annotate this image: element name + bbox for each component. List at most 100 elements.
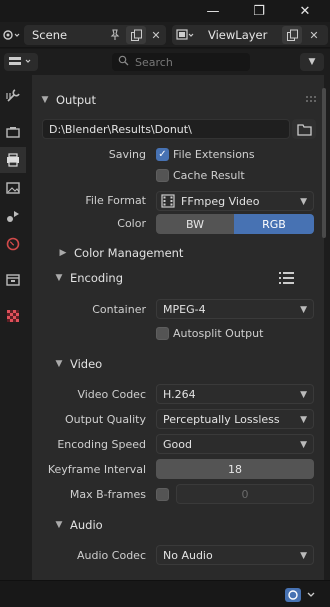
chevron-down-icon: ▼ bbox=[300, 390, 307, 400]
status-bar bbox=[0, 580, 330, 607]
search-field[interactable]: Search bbox=[112, 53, 250, 71]
editor-type-icon[interactable] bbox=[4, 53, 38, 71]
encoding-section-title: Encoding bbox=[70, 271, 123, 285]
output-quality-value: Perceptually Lossless bbox=[163, 412, 280, 426]
window-titlebar: — ❐ ✕ bbox=[0, 0, 330, 22]
properties-tabs bbox=[0, 75, 26, 580]
encoding-speed-value: Good bbox=[163, 437, 192, 451]
options-dropdown-icon[interactable]: ▼ bbox=[300, 53, 324, 71]
viewlayer-selector[interactable]: ViewLayer ✕ bbox=[172, 25, 328, 45]
output-path-field[interactable]: D:\Blender\Results\Donut\ bbox=[42, 119, 290, 139]
scene-name: Scene bbox=[32, 28, 68, 42]
encoding-speed-dropdown[interactable]: Good ▼ bbox=[156, 434, 314, 454]
max-bframes-label: Max B-frames bbox=[69, 488, 146, 501]
container-dropdown[interactable]: MPEG-4 ▼ bbox=[156, 299, 314, 319]
scene-icon bbox=[7, 211, 19, 222]
file-extensions-checkbox[interactable]: ✓ bbox=[156, 148, 169, 161]
color-rgb-button[interactable]: RGB bbox=[234, 214, 314, 234]
file-extensions-label: File Extensions bbox=[173, 148, 255, 161]
tab-world[interactable] bbox=[0, 231, 26, 257]
tab-output[interactable] bbox=[0, 147, 26, 173]
new-scene-icon[interactable] bbox=[126, 26, 146, 44]
autosplit-label: Autosplit Output bbox=[173, 327, 264, 340]
audio-codec-value: No Audio bbox=[163, 548, 213, 562]
scene-selector[interactable]: Scene ✕ bbox=[24, 25, 166, 45]
chevron-down-icon: ▼ bbox=[300, 440, 307, 450]
world-icon bbox=[6, 237, 20, 251]
tab-render[interactable] bbox=[0, 119, 26, 145]
delete-viewlayer-icon[interactable]: ✕ bbox=[306, 27, 322, 43]
audio-codec-label: Audio Codec bbox=[77, 549, 146, 562]
chevron-down-icon: ▼ bbox=[300, 551, 307, 561]
status-options-icon[interactable] bbox=[282, 586, 322, 604]
top-bar: Scene ✕ ViewLayer ✕ bbox=[0, 22, 330, 48]
camera-back-icon bbox=[6, 127, 20, 138]
encoding-speed-label: Encoding Speed bbox=[57, 438, 146, 451]
checker-texture-icon bbox=[7, 310, 19, 322]
max-bframes-field[interactable]: 0 bbox=[176, 484, 314, 504]
audio-section-title: Audio bbox=[70, 518, 103, 532]
search-icon bbox=[118, 55, 129, 69]
video-section-header[interactable]: ▼ Video bbox=[52, 356, 103, 372]
audio-section-header[interactable]: ▼ Audio bbox=[52, 517, 103, 533]
color-management-title: Color Management bbox=[74, 246, 184, 260]
container-value: MPEG-4 bbox=[163, 302, 206, 316]
file-format-dropdown[interactable]: FFmpeg Video ▼ bbox=[156, 191, 314, 211]
film-icon bbox=[161, 194, 175, 208]
viewlayer-name: ViewLayer bbox=[208, 28, 268, 42]
color-label: Color bbox=[117, 217, 146, 230]
wrench-icon bbox=[6, 89, 20, 102]
properties-panel: ▼ Output D:\Blender\Results\Donut\ Savin… bbox=[26, 75, 330, 580]
video-codec-value: H.264 bbox=[163, 387, 196, 401]
chevron-right-icon: ▶ bbox=[59, 248, 67, 258]
autosplit-checkbox[interactable] bbox=[156, 327, 169, 340]
minimize-button[interactable]: — bbox=[190, 0, 236, 22]
viewlayer-icon[interactable] bbox=[174, 27, 198, 43]
audio-codec-dropdown[interactable]: No Audio ▼ bbox=[156, 545, 314, 565]
tab-scene[interactable] bbox=[0, 203, 26, 229]
image-icon bbox=[6, 182, 20, 194]
cache-result-checkbox[interactable] bbox=[156, 169, 169, 182]
chevron-down-icon: ▼ bbox=[300, 197, 307, 207]
saving-label: Saving bbox=[108, 148, 146, 161]
container-label: Container bbox=[92, 303, 146, 316]
search-placeholder: Search bbox=[135, 55, 173, 69]
max-bframes-checkbox[interactable] bbox=[156, 488, 169, 501]
chevron-down-icon: ▼ bbox=[41, 95, 49, 105]
output-path-value: D:\Blender\Results\Donut\ bbox=[49, 122, 192, 136]
folder-browse-icon[interactable] bbox=[292, 119, 316, 139]
chevron-down-icon: ▼ bbox=[300, 305, 307, 315]
output-section-header[interactable]: ▼ Output bbox=[38, 92, 96, 108]
chevron-down-icon: ▼ bbox=[55, 359, 63, 369]
tab-collection[interactable] bbox=[0, 267, 26, 293]
presets-list-icon[interactable] bbox=[278, 271, 294, 285]
video-section-title: Video bbox=[70, 357, 103, 371]
tab-tool[interactable] bbox=[0, 83, 26, 109]
properties-header: Search ▼ bbox=[0, 49, 330, 75]
pin-icon[interactable] bbox=[106, 27, 124, 43]
panel-scrollbar[interactable] bbox=[322, 88, 326, 238]
printer-icon bbox=[7, 153, 19, 167]
new-viewlayer-icon[interactable] bbox=[282, 26, 302, 44]
keyframe-interval-field[interactable]: 18 bbox=[156, 459, 314, 479]
drag-handle-icon[interactable] bbox=[304, 94, 318, 104]
keyframe-interval-label: Keyframe Interval bbox=[47, 463, 146, 476]
color-bw-button[interactable]: BW bbox=[156, 214, 234, 234]
chevron-down-icon: ▼ bbox=[55, 520, 63, 530]
cache-result-label: Cache Result bbox=[173, 169, 245, 182]
collection-icon bbox=[6, 274, 20, 286]
maximize-button[interactable]: ❐ bbox=[236, 0, 282, 22]
chevron-down-icon: ▼ bbox=[55, 273, 63, 283]
tab-view-layer[interactable] bbox=[0, 175, 26, 201]
chevron-down-icon: ▼ bbox=[300, 415, 307, 425]
output-quality-dropdown[interactable]: Perceptually Lossless ▼ bbox=[156, 409, 314, 429]
file-format-value: FFmpeg Video bbox=[181, 194, 260, 208]
close-window-button[interactable]: ✕ bbox=[282, 0, 328, 22]
file-format-label: File Format bbox=[85, 194, 146, 207]
video-codec-dropdown[interactable]: H.264 ▼ bbox=[156, 384, 314, 404]
encoding-section-header[interactable]: ▼ Encoding bbox=[52, 270, 123, 286]
color-management-header[interactable]: ▶ Color Management bbox=[56, 245, 184, 261]
tab-texture[interactable] bbox=[0, 303, 26, 329]
scene-type-icon[interactable] bbox=[0, 25, 24, 45]
delete-scene-icon[interactable]: ✕ bbox=[148, 27, 164, 43]
